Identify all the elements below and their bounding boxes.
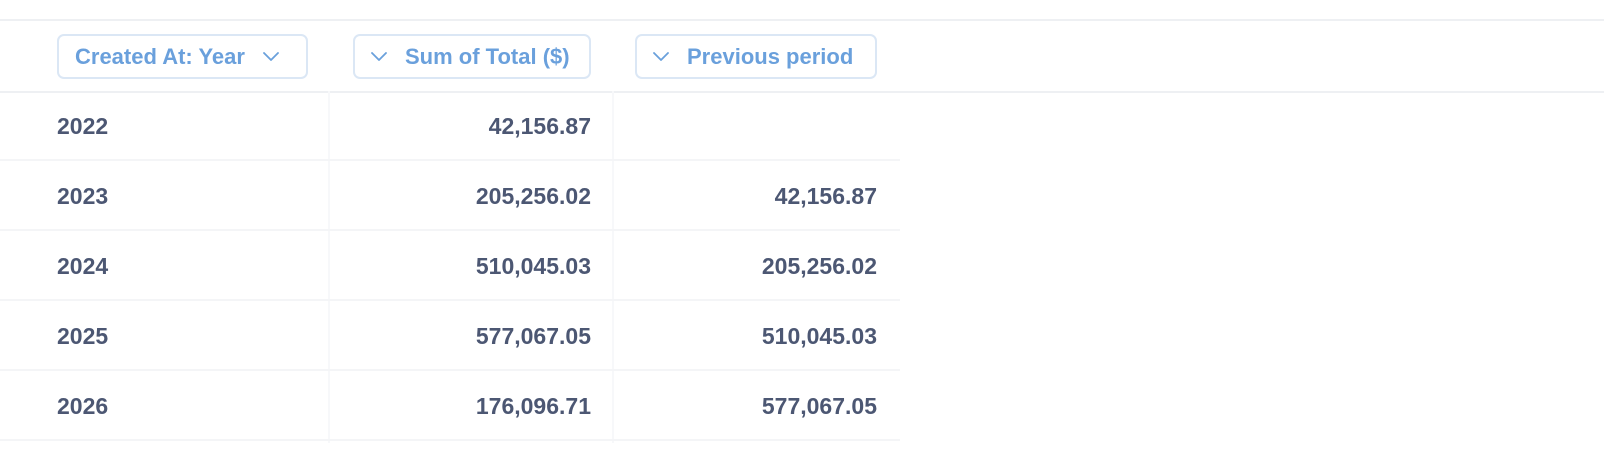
- chevron-down-icon: [371, 49, 387, 65]
- table-row: 2024 510,045.03 205,256.02: [0, 231, 900, 301]
- cell-year[interactable]: 2024: [57, 231, 108, 301]
- cell-sum-of-total[interactable]: 510,045.03: [476, 231, 591, 301]
- column-header-sum-of-total[interactable]: Sum of Total ($): [353, 34, 591, 79]
- table-view: Created At: Year Sum of Total ($) Previo…: [0, 0, 1604, 468]
- table-row: 2025 577,067.05 510,045.03: [0, 301, 900, 371]
- column-header-label: Created At: Year: [75, 43, 245, 69]
- table-row: 2023 205,256.02 42,156.87: [0, 161, 900, 231]
- cell-previous-period[interactable]: 577,067.05: [762, 371, 877, 441]
- cell-previous-period[interactable]: 510,045.03: [762, 301, 877, 371]
- table-row: 2026 176,096.71 577,067.05: [0, 371, 900, 441]
- cell-sum-of-total[interactable]: 176,096.71: [476, 371, 591, 441]
- column-header-created-at-year[interactable]: Created At: Year: [57, 34, 308, 79]
- column-header-previous-period[interactable]: Previous period: [635, 34, 877, 79]
- cell-sum-of-total[interactable]: 205,256.02: [476, 161, 591, 231]
- table-body: 2022 42,156.87 2023 205,256.02 42,156.87…: [0, 91, 900, 441]
- cell-year[interactable]: 2026: [57, 371, 108, 441]
- cell-sum-of-total[interactable]: 42,156.87: [489, 91, 591, 161]
- cell-year[interactable]: 2022: [57, 91, 108, 161]
- table-row: 2022 42,156.87: [0, 91, 900, 161]
- chevron-down-icon: [263, 49, 279, 65]
- column-header-label: Previous period: [687, 43, 854, 69]
- column-header-label: Sum of Total ($): [405, 43, 570, 69]
- table-header: Created At: Year Sum of Total ($) Previo…: [0, 21, 1604, 93]
- cell-sum-of-total[interactable]: 577,067.05: [476, 301, 591, 371]
- cell-year[interactable]: 2025: [57, 301, 108, 371]
- cell-previous-period[interactable]: 205,256.02: [762, 231, 877, 301]
- cell-year[interactable]: 2023: [57, 161, 108, 231]
- chevron-down-icon: [653, 49, 669, 65]
- cell-previous-period[interactable]: 42,156.87: [775, 161, 877, 231]
